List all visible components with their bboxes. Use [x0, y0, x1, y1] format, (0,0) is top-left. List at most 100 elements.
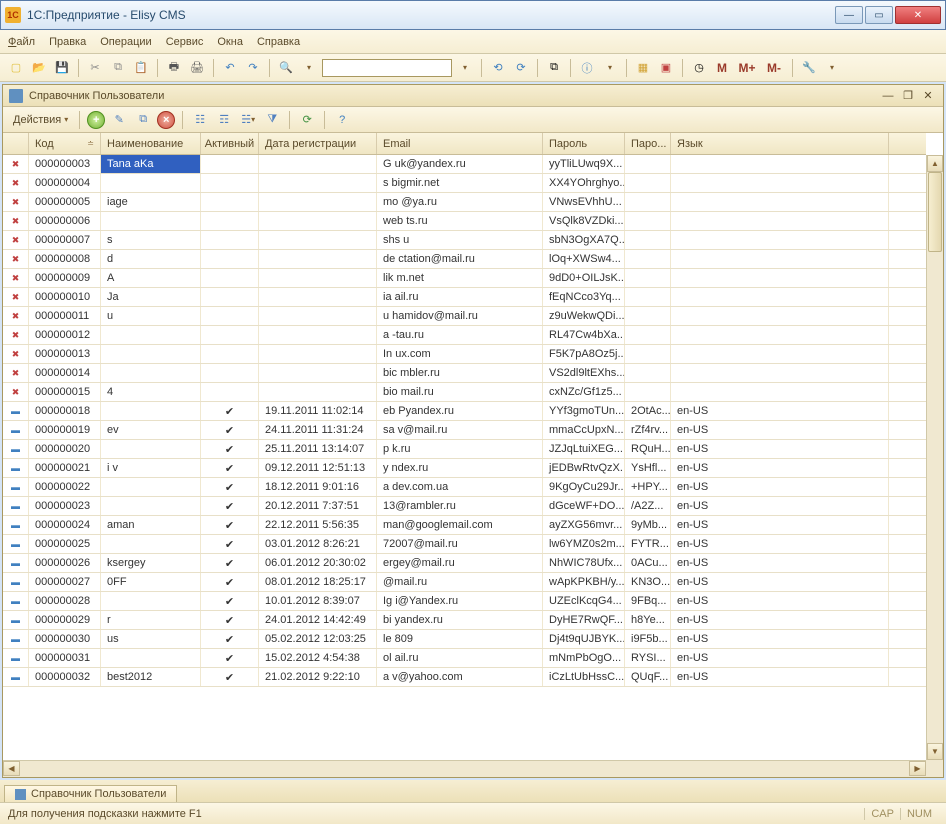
print-preview-icon[interactable]: 🖨: [187, 58, 207, 78]
save-icon[interactable]: 💾: [52, 58, 72, 78]
horizontal-scrollbar[interactable]: ◀ ▶: [3, 760, 926, 777]
hierarchy-icon[interactable]: ☷: [190, 110, 210, 130]
menu-operations[interactable]: Операции: [100, 36, 151, 48]
cut-icon[interactable]: ✂: [85, 58, 105, 78]
edit-icon[interactable]: ✎: [109, 110, 129, 130]
table-row[interactable]: ✖000000008dde ctation@mail.rulOq+XWSw4..…: [3, 250, 926, 269]
table-row[interactable]: ✖000000011uu hamidov@mail.ruz9uWekwQDi..…: [3, 307, 926, 326]
table-row[interactable]: ✖000000010Jaia ail.rufEqNCco3Yq...: [3, 288, 926, 307]
copy-icon[interactable]: ⧉: [108, 58, 128, 78]
col-password[interactable]: Пароль: [543, 133, 625, 154]
search-dropdown-icon[interactable]: ▾: [299, 58, 319, 78]
table-row[interactable]: ▬000000022✔18.12.2011 9:01:16a dev.com.u…: [3, 478, 926, 497]
copy2-icon[interactable]: ⧉: [544, 58, 564, 78]
nav-fwd-icon[interactable]: ⟳: [511, 58, 531, 78]
grid-body[interactable]: ✖000000003Tana aKaG uk@yandex.ruyyTliLUw…: [3, 155, 926, 760]
col-active[interactable]: Активный: [201, 133, 259, 154]
memory-m-button[interactable]: M: [712, 58, 732, 78]
sub-minimize-button[interactable]: —: [879, 88, 897, 104]
scroll-left-button[interactable]: ◀: [3, 761, 20, 776]
table-row[interactable]: ▬000000025✔03.01.2012 8:26:21 72007@mail…: [3, 535, 926, 554]
sub-close-button[interactable]: ✕: [919, 88, 937, 104]
menu-windows[interactable]: Окна: [217, 36, 243, 48]
table-row[interactable]: ✖000000005 iagemo @ya.ruVNwsEVhhU...: [3, 193, 926, 212]
table-row[interactable]: ▬000000018✔19.11.2011 11:02:14eb Pyandex…: [3, 402, 926, 421]
col-name[interactable]: Наименование: [101, 133, 201, 154]
filter-icon[interactable]: ☶: [214, 110, 234, 130]
scroll-thumb[interactable]: [928, 172, 942, 252]
col-lang[interactable]: Язык: [671, 133, 889, 154]
menu-service[interactable]: Сервис: [166, 36, 204, 48]
table-row[interactable]: ▬000000030 us✔05.02.2012 12:03:25le 809D…: [3, 630, 926, 649]
table-row[interactable]: ▬000000029 r✔24.01.2012 14:42:49bi yande…: [3, 611, 926, 630]
filter2-icon[interactable]: ☵▾: [238, 110, 258, 130]
table-row[interactable]: ▬000000021i v✔09.12.2011 12:51:13y ndex.…: [3, 459, 926, 478]
redo-icon[interactable]: ↷: [243, 58, 263, 78]
table-row[interactable]: ✖000000012a -tau.ruRL47Cw4bXa...: [3, 326, 926, 345]
calculator-icon[interactable]: ▦: [633, 58, 653, 78]
info-dropdown[interactable]: ▾: [600, 58, 620, 78]
tab-users[interactable]: Справочник Пользователи: [4, 785, 177, 802]
memory-mplus-button[interactable]: M+: [735, 58, 759, 78]
table-row[interactable]: ▬000000019 ev✔24.11.2011 11:31:24sa v@ma…: [3, 421, 926, 440]
close-button[interactable]: ✕: [895, 6, 941, 24]
settings-dropdown[interactable]: ▾: [822, 58, 842, 78]
delete-button[interactable]: ×: [157, 111, 175, 129]
calendar-icon[interactable]: ▣: [656, 58, 676, 78]
new-icon[interactable]: ▢: [6, 58, 26, 78]
table-row[interactable]: ✖000000014bic mbler.ruVS2dl9ltEXhs...: [3, 364, 926, 383]
table-row[interactable]: ▬000000024 aman✔22.12.2011 5:56:35 man@g…: [3, 516, 926, 535]
table-row[interactable]: ✖000000007sshs usbN3OgXA7Q...: [3, 231, 926, 250]
col-code[interactable]: Код≐: [29, 133, 101, 154]
col-password2[interactable]: Паро...: [625, 133, 671, 154]
paste-icon[interactable]: 📋: [131, 58, 151, 78]
clock-icon[interactable]: ◷: [689, 58, 709, 78]
table-row[interactable]: ✖000000009Alik m.net9dD0+OILJsK...: [3, 269, 926, 288]
help-icon[interactable]: ?: [332, 110, 352, 130]
sub-restore-button[interactable]: ❐: [899, 88, 917, 104]
print-icon[interactable]: 🖶: [164, 58, 184, 78]
table-row[interactable]: ✖000000015 4bio mail.rucxNZc/Gf1z5...: [3, 383, 926, 402]
memory-mminus-button[interactable]: M-: [762, 58, 786, 78]
open-icon[interactable]: 📂: [29, 58, 49, 78]
scroll-down-button[interactable]: ▼: [927, 743, 943, 760]
table-row[interactable]: ▬000000020✔25.11.2011 13:14:07p k.ruJZJq…: [3, 440, 926, 459]
refresh-icon[interactable]: ⟳: [297, 110, 317, 130]
cell-code: 000000022: [29, 478, 101, 496]
cell-date: [259, 155, 377, 173]
funnel-icon[interactable]: ⧩: [262, 110, 282, 130]
undo-icon[interactable]: ↶: [220, 58, 240, 78]
table-row[interactable]: ✖000000003Tana aKaG uk@yandex.ruyyTliLUw…: [3, 155, 926, 174]
table-row[interactable]: ▬000000032 best2012✔21.02.2012 9:22:10a …: [3, 668, 926, 687]
cell-name: [101, 440, 201, 458]
col-email[interactable]: Email: [377, 133, 543, 154]
add-button[interactable]: +: [87, 111, 105, 129]
table-row[interactable]: ✖000000004 s bigmir.netXX4YOhrghyo...: [3, 174, 926, 193]
table-row[interactable]: ▬000000028✔10.01.2012 8:39:07Ig i@Yandex…: [3, 592, 926, 611]
table-row[interactable]: ▬000000023✔20.12.2011 7:37:51 13@rambler…: [3, 497, 926, 516]
menu-edit[interactable]: Правка: [49, 36, 86, 48]
search-icon[interactable]: 🔍: [276, 58, 296, 78]
table-row[interactable]: ▬000000027 0FF✔08.01.2012 18:25:17 @mail…: [3, 573, 926, 592]
scroll-up-button[interactable]: ▲: [927, 155, 943, 172]
minimize-button[interactable]: —: [835, 6, 863, 24]
col-date[interactable]: Дата регистрации: [259, 133, 377, 154]
menu-help[interactable]: Справка: [257, 36, 300, 48]
maximize-button[interactable]: ▭: [865, 6, 893, 24]
info-icon[interactable]: ⓘ: [577, 58, 597, 78]
scroll-track[interactable]: [927, 172, 943, 743]
table-row[interactable]: ✖000000006web ts.ruVsQlk8VZDki...: [3, 212, 926, 231]
table-row[interactable]: ▬000000026 ksergey✔06.01.2012 20:30:02 e…: [3, 554, 926, 573]
vertical-scrollbar[interactable]: ▲ ▼: [926, 155, 943, 760]
actions-menu[interactable]: Действия ▾: [9, 110, 72, 130]
nav-back-icon[interactable]: ⟲: [488, 58, 508, 78]
table-row[interactable]: ✖000000013In ux.comF5K7pA8Oz5j...: [3, 345, 926, 364]
copy-row-icon[interactable]: ⧉: [133, 110, 153, 130]
table-row[interactable]: ▬000000031✔15.02.2012 4:54:38ol ail.rumN…: [3, 649, 926, 668]
scroll-right-button[interactable]: ▶: [909, 761, 926, 776]
col-icon[interactable]: [3, 133, 29, 154]
settings-icon[interactable]: 🔧: [799, 58, 819, 78]
menu-file[interactable]: ФФайлайл: [8, 36, 35, 48]
search-combo-dropdown[interactable]: ▾: [455, 58, 475, 78]
search-input[interactable]: [322, 59, 452, 77]
